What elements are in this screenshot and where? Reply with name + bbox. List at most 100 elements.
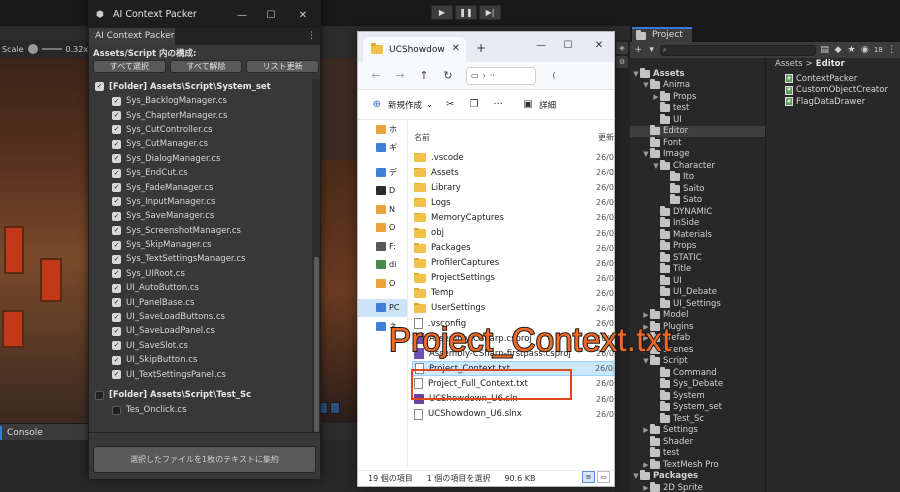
tree-item[interactable]: ▼ Character — [630, 159, 765, 172]
gizmo-button[interactable] — [330, 402, 340, 414]
pause-button[interactable]: ❚❚ — [455, 5, 477, 20]
packer-scrollbar-thumb[interactable] — [314, 257, 319, 432]
step-button[interactable]: ▶| — [479, 5, 501, 20]
nav-pane-item[interactable]: デ — [358, 163, 407, 182]
play-button[interactable]: ▶ — [431, 5, 453, 20]
tree-item[interactable]: ▼ Anima — [630, 79, 765, 92]
tree-item[interactable]: ▶ Model — [630, 309, 765, 322]
label-icon[interactable]: ◆ — [833, 45, 843, 56]
file-row[interactable]: UserSettings 26/0 — [412, 301, 614, 316]
packer-titlebar[interactable]: ⬢ AI Context Packer — ☐ ✕ — [89, 1, 320, 28]
collapse-arrow-icon[interactable]: ▶ — [642, 426, 650, 434]
file-toggle[interactable]: ✓ Sys_CutController.cs — [89, 123, 320, 137]
tree-item[interactable]: test — [630, 447, 765, 460]
tree-item[interactable]: Sys_Debate — [630, 378, 765, 391]
tree-item[interactable]: Saito — [630, 182, 765, 195]
folder-toggle[interactable]: [Folder] Assets\Script\Test_Sc — [89, 388, 320, 403]
asset-item[interactable]: # CustomObjectCreator — [785, 85, 895, 97]
file-toggle[interactable]: ✓ Sys_ScreenshotManager.cs — [89, 224, 320, 238]
scale-slider-knob[interactable] — [27, 44, 38, 54]
tree-item[interactable]: Sato — [630, 194, 765, 207]
visibility-icon[interactable]: ◉ — [860, 45, 870, 56]
nav-pane-item[interactable]: D — [358, 182, 407, 201]
collapse-arrow-icon[interactable]: ▶ — [642, 484, 650, 492]
checkbox-checked[interactable]: ✓ — [112, 326, 121, 336]
new-button[interactable]: ⊕ 新規作成 ⌄ — [370, 98, 433, 112]
nav-pane-item[interactable]: F: — [358, 237, 407, 256]
refresh-list-button[interactable]: リスト更新 — [246, 60, 320, 73]
tree-item[interactable]: UI_Debate — [630, 286, 765, 299]
tree-item[interactable]: UI_Settings — [630, 297, 765, 310]
tree-item[interactable]: Ito — [630, 171, 765, 184]
nav-pane-item[interactable]: di — [358, 256, 407, 275]
checkbox-checked[interactable]: ✓ — [112, 197, 121, 207]
nav-pane-item[interactable]: O — [358, 219, 407, 238]
checkbox-checked[interactable]: ✓ — [95, 82, 104, 91]
new-tab-icon[interactable]: + — [476, 41, 486, 55]
file-toggle[interactable]: ✓ Sys_EndCut.cs — [89, 166, 320, 180]
file-toggle[interactable]: ✓ Sys_ChapterManager.cs — [89, 108, 320, 122]
breadcrumb-current[interactable]: Editor — [816, 59, 845, 69]
nav-pane-item[interactable]: ホ — [358, 120, 407, 139]
file-toggle[interactable]: Tes_Onclick.cs — [89, 403, 320, 417]
expand-arrow-icon[interactable]: ▼ — [652, 162, 660, 170]
tree-item[interactable]: ▶ 2D Sprite — [630, 481, 765, 492]
collapse-arrow-icon[interactable]: ▶ — [652, 93, 660, 101]
file-row[interactable]: Packages 26/0 — [412, 241, 614, 256]
refresh-icon[interactable]: ↻ — [442, 69, 454, 82]
tool-icon[interactable]: ⚙ — [616, 56, 628, 68]
file-row[interactable]: ProjectSettings 26/0 — [412, 271, 614, 286]
panel-divider[interactable] — [765, 58, 766, 492]
checkbox-checked[interactable]: ✓ — [112, 269, 121, 279]
file-row[interactable]: UCShowdown_U6.slnx 26/0 — [412, 407, 614, 422]
collapse-arrow-icon[interactable]: ▶ — [642, 311, 650, 319]
checkbox-checked[interactable]: ✓ — [112, 312, 121, 322]
tree-item[interactable]: Shader — [630, 435, 765, 448]
project-search-input[interactable]: ⌕ — [659, 44, 817, 56]
checkbox-checked[interactable]: ✓ — [112, 283, 121, 293]
tree-item[interactable]: Command — [630, 366, 765, 379]
file-row[interactable]: MemoryCaptures 26/0 — [412, 210, 614, 225]
tree-item[interactable]: Font — [630, 136, 765, 149]
expand-arrow-icon[interactable]: ▼ — [642, 81, 650, 89]
file-toggle[interactable]: ✓ Sys_FadeManager.cs — [89, 180, 320, 194]
file-toggle[interactable]: ✓ Sys_CutManager.cs — [89, 137, 320, 151]
file-row[interactable]: .vscode 26/0 — [412, 150, 614, 165]
minimize-icon[interactable]: — — [534, 38, 548, 52]
filter-icon[interactable]: ▤ — [819, 45, 829, 56]
checkbox-checked[interactable]: ✓ — [112, 139, 121, 149]
file-toggle[interactable]: ✓ UI_SkipButton.cs — [89, 353, 320, 367]
tab-project[interactable]: Project — [632, 27, 692, 42]
tree-item[interactable]: UI — [630, 274, 765, 287]
tree-item[interactable]: ▼ Image — [630, 148, 765, 161]
checkbox-checked[interactable]: ✓ — [112, 341, 121, 351]
file-row[interactable]: ProfilerCaptures 26/0 — [412, 256, 614, 271]
checkbox-checked[interactable]: ✓ — [112, 168, 121, 178]
checkbox-checked[interactable]: ✓ — [112, 226, 121, 236]
checkbox-checked[interactable]: ✓ — [112, 125, 121, 135]
breadcrumb-root[interactable]: Assets — [775, 59, 803, 69]
checkbox-checked[interactable]: ✓ — [112, 254, 121, 264]
file-toggle[interactable]: ✓ Sys_TextSettingsManager.cs — [89, 252, 320, 266]
tree-item[interactable]: ▶ Settings — [630, 424, 765, 437]
checkbox-checked[interactable]: ✓ — [112, 240, 121, 250]
close-icon[interactable]: ✕ — [296, 8, 310, 22]
nav-pane-item[interactable]: PC — [358, 298, 407, 317]
expand-arrow-icon[interactable]: ▼ — [632, 70, 640, 78]
tab-ai-context-packer[interactable]: AI Context Packer — [89, 28, 175, 45]
layers-icon[interactable]: ◈ — [616, 42, 628, 54]
forward-icon[interactable]: → — [394, 69, 406, 82]
nav-pane-item[interactable]: N — [358, 200, 407, 219]
explorer-tab[interactable]: UCShowdow ✕ — [363, 37, 466, 62]
file-toggle[interactable]: ✓ Sys_InputManager.cs — [89, 195, 320, 209]
favorite-icon[interactable]: ★ — [846, 45, 856, 56]
tree-item[interactable]: Props — [630, 240, 765, 253]
tree-item[interactable]: UI — [630, 113, 765, 126]
cut-icon[interactable]: ✂ — [443, 98, 457, 112]
nav-pane-item[interactable]: ギ — [358, 139, 407, 158]
tree-item[interactable]: Test_Sc — [630, 412, 765, 425]
folder-toggle[interactable]: ✓ [Folder] Assets\Script\System_set — [89, 79, 320, 94]
column-header-name[interactable]: 名前 — [412, 132, 598, 143]
asset-item[interactable]: # ContextPacker — [785, 73, 895, 85]
tree-item[interactable]: STATIC — [630, 251, 765, 264]
